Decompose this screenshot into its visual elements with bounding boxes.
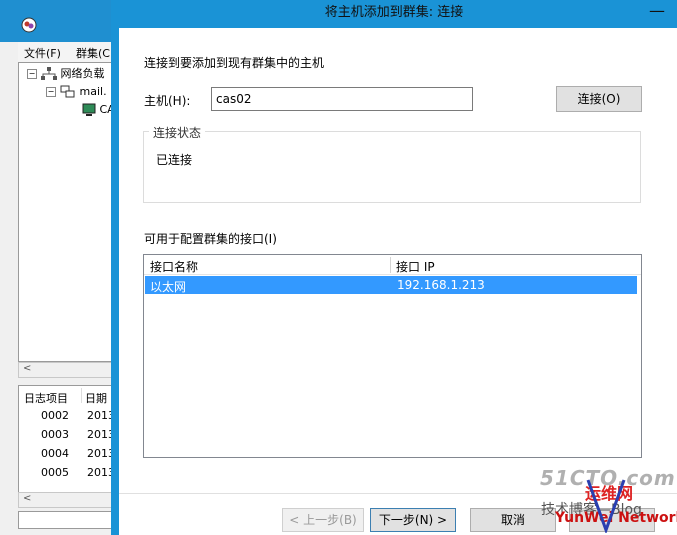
column-interface-name[interactable]: 接口名称 [150, 258, 198, 275]
menu-file[interactable]: 文件(F) [24, 45, 61, 61]
interface-row[interactable]: 以太网 192.168.1.213 [145, 276, 637, 294]
tree-item-root[interactable]: 网络负载 [41, 65, 105, 83]
tree-scrollbar[interactable]: < [18, 362, 115, 378]
back-button[interactable]: < 上一步(B) [282, 508, 364, 532]
tree-item-host[interactable]: CA [82, 101, 115, 119]
log-row-id: 0004 [41, 447, 69, 460]
interface-ip: 192.168.1.213 [397, 278, 485, 292]
instruction-text: 连接到要添加到现有群集中的主机 [144, 56, 325, 70]
menu-cluster[interactable]: 群集(C [76, 45, 110, 61]
nlb-manager-icon [21, 17, 37, 33]
interfaces-label: 可用于配置群集的接口(I) [144, 232, 277, 246]
network-icon [41, 67, 57, 80]
column-divider[interactable] [390, 257, 391, 273]
log-header-item[interactable]: 日志项目 [24, 390, 68, 406]
log-row-id: 0002 [41, 409, 69, 422]
minimize-icon[interactable]: — [641, 2, 673, 24]
dialog-border [111, 28, 119, 535]
watermark-v-logo [586, 479, 626, 533]
connect-button[interactable]: 连接(O) [556, 86, 642, 112]
cluster-tree[interactable]: − 网络负载 − mail. CA [18, 62, 115, 362]
log-scrollbar[interactable]: < [18, 492, 115, 508]
connection-status-legend: 连接状态 [149, 124, 206, 141]
log-list[interactable]: 日志项目 日期 0002 2013 0003 2013 0004 2013 00… [18, 385, 115, 495]
next-button[interactable]: 下一步(N) > [370, 508, 456, 532]
tree-root-label: 网络负载 [60, 67, 105, 80]
tree-item-cluster[interactable]: mail. [60, 83, 107, 101]
host-input[interactable] [211, 87, 473, 111]
status-bar [18, 511, 115, 529]
column-interface-ip[interactable]: 接口 IP [396, 258, 435, 275]
host-icon [82, 103, 96, 116]
connection-status-text: 已连接 [156, 153, 193, 167]
column-divider [81, 388, 82, 403]
log-row-id: 0005 [41, 466, 69, 479]
background-menubar: 文件(F) 群集(C [18, 42, 115, 62]
interfaces-header: 接口名称 接口 IP [144, 255, 641, 275]
log-row-id: 0003 [41, 428, 69, 441]
tree-child-label: mail. [79, 85, 107, 98]
collapse-icon[interactable]: − [27, 69, 37, 79]
scroll-left-icon[interactable]: < [23, 363, 31, 374]
background-titlebar [0, 0, 115, 42]
connection-status-group [143, 131, 641, 203]
host-label: 主机(H): [144, 94, 191, 108]
log-header-date[interactable]: 日期 [85, 390, 107, 406]
collapse-icon[interactable]: − [46, 87, 56, 97]
dialog-title: 将主机添加到群集: 连接 [324, 5, 464, 20]
scroll-left-icon[interactable]: < [23, 493, 31, 504]
cluster-icon [60, 85, 75, 98]
interface-name: 以太网 [150, 280, 187, 294]
